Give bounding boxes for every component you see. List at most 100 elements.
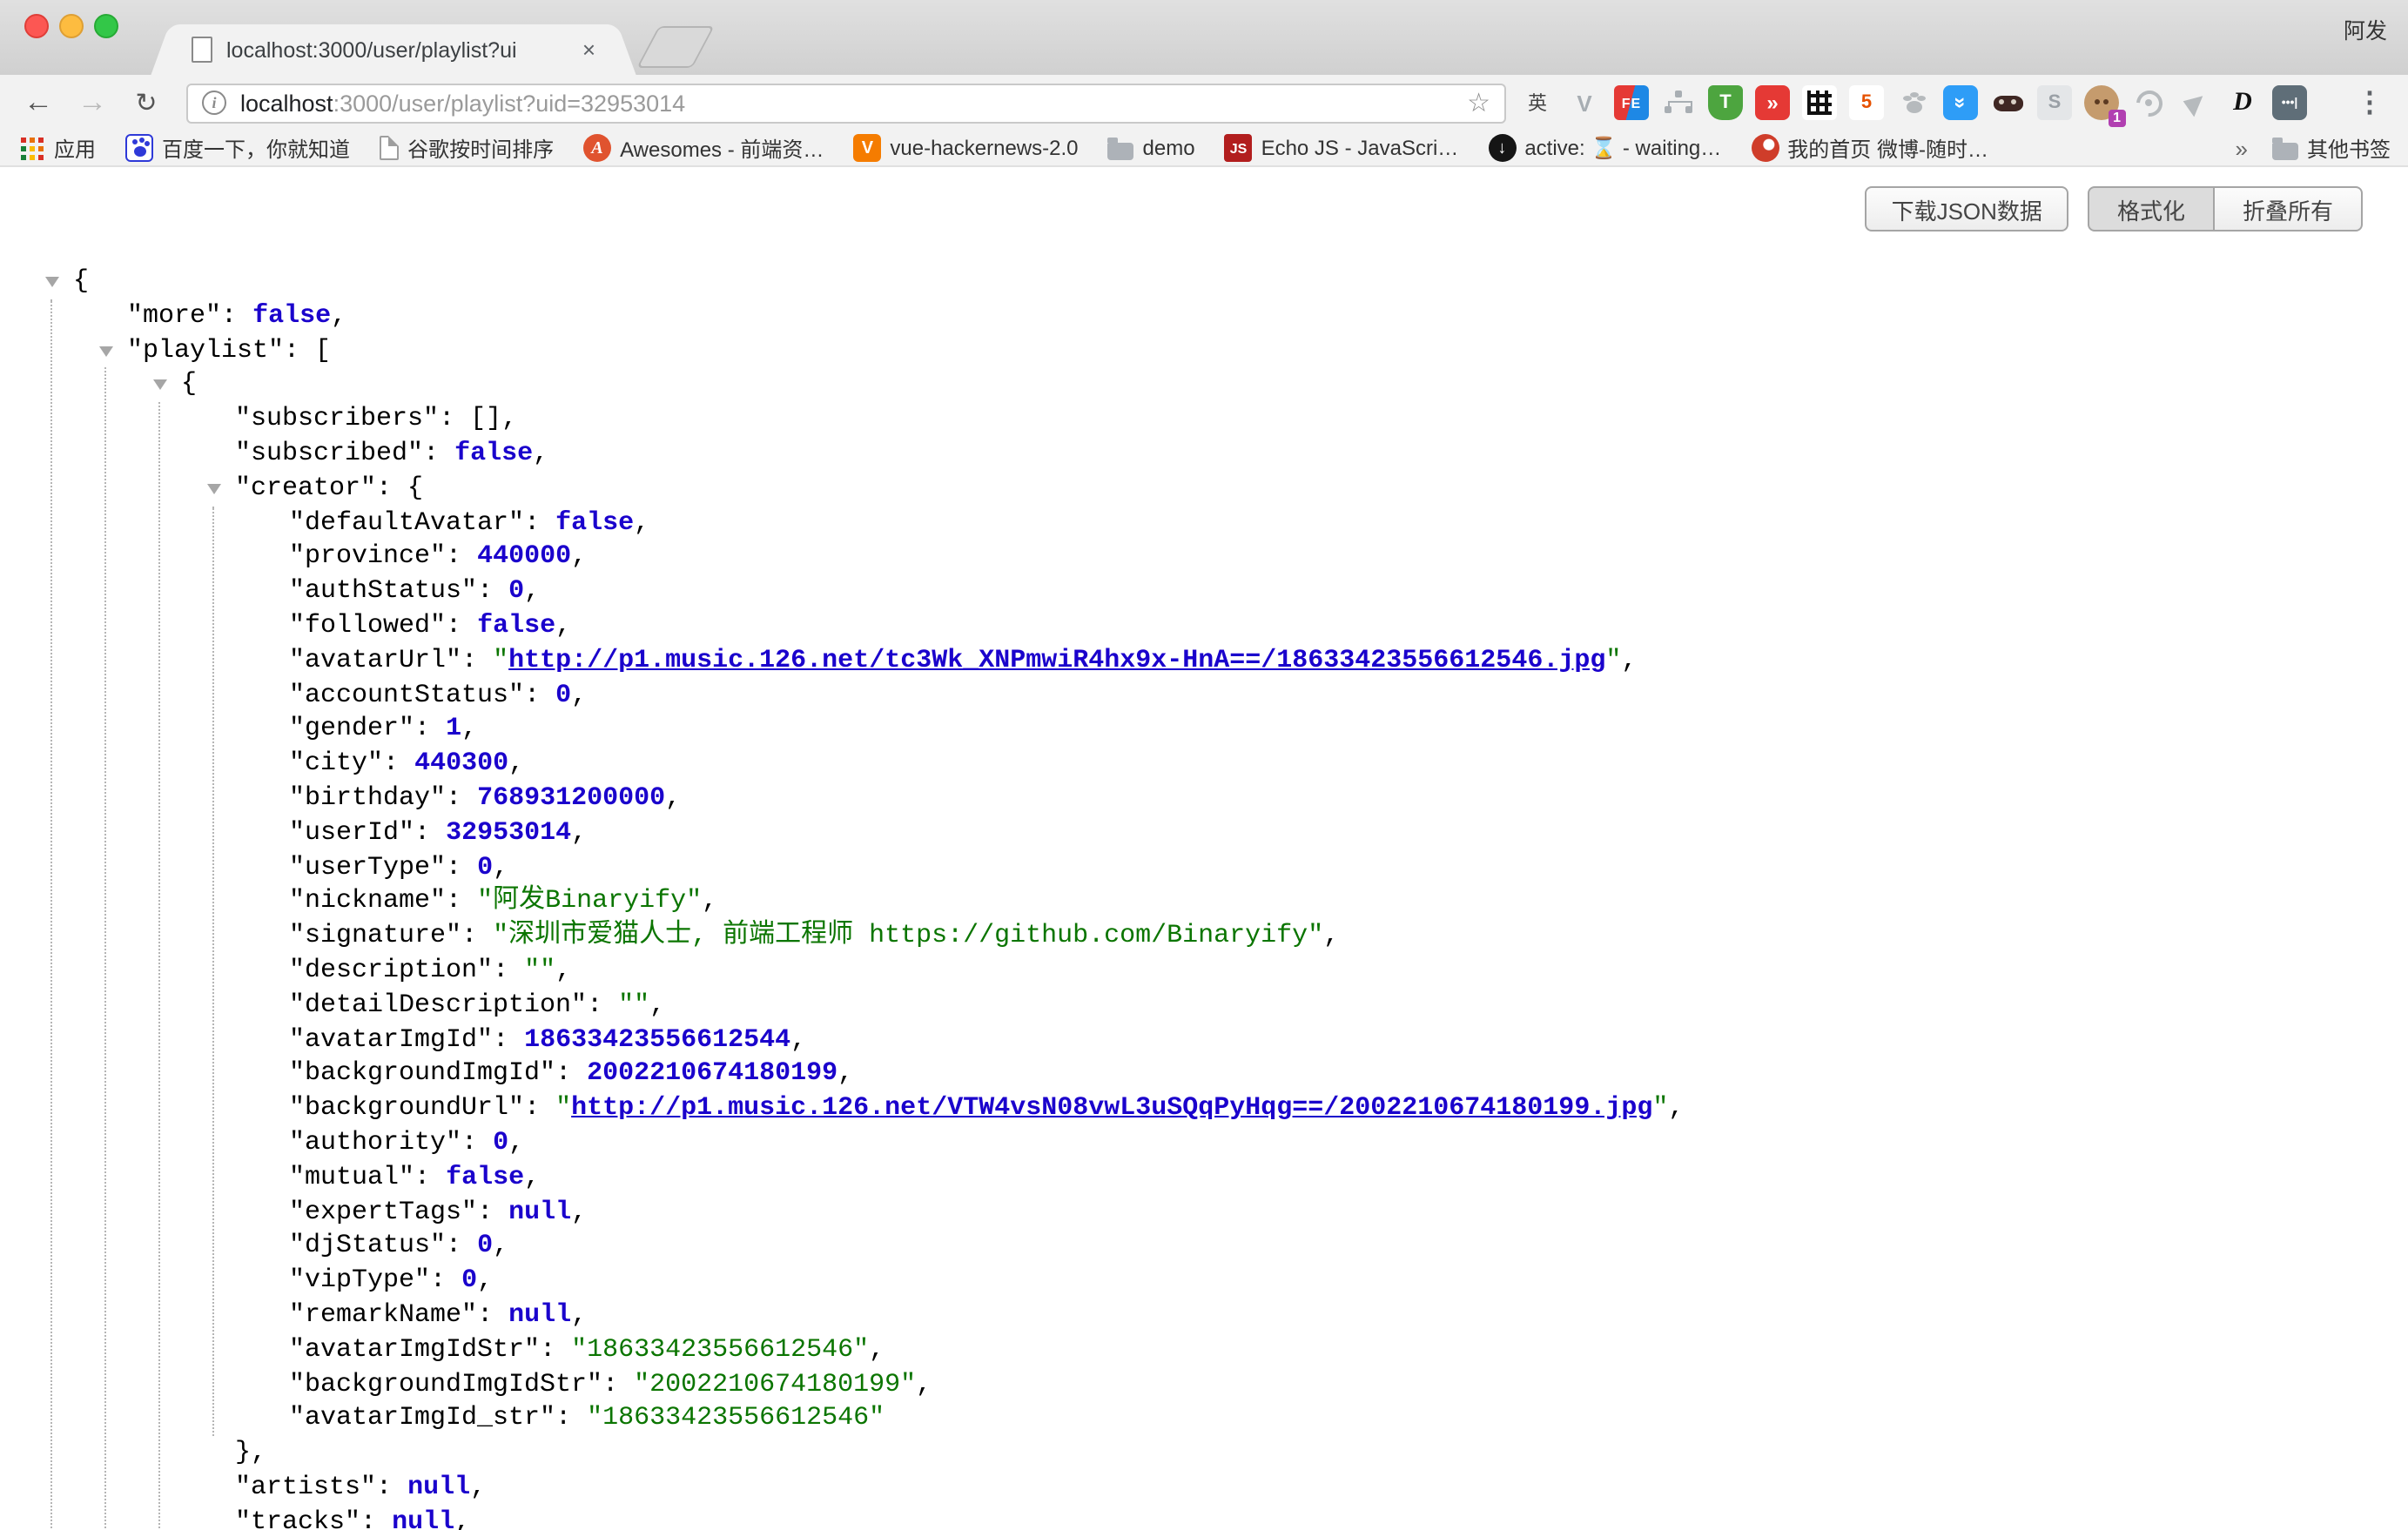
format-button[interactable]: 格式化 [2088,186,2215,232]
monkey-extension-icon[interactable] [2084,85,2119,120]
paw-extension-icon[interactable] [1896,85,1931,120]
zoom-window-button[interactable] [94,14,118,38]
json-link[interactable]: http://p1.music.126.net/tc3Wk_XNPmwiR4hx… [508,646,1605,675]
json-line: "vipType": 0, [42,1264,2408,1298]
back-icon[interactable]: ← [17,85,59,120]
bookmarks-overflow-chevron[interactable]: » [2236,135,2248,161]
d-extension-icon[interactable]: D [2225,85,2260,120]
bookmark-label: 其他书签 [2307,133,2391,163]
url-path: :3000/user/playlist?uid=32953014 [333,90,686,116]
bookmark-label: active: ⌛ - waiting… [1524,136,1721,160]
s-extension-icon[interactable]: S [2037,85,2072,120]
bookmark-star-icon[interactable]: ☆ [1467,90,1490,116]
fe-extension-icon[interactable]: FE [1614,85,1649,120]
bird-extension-icon[interactable] [2178,85,2213,120]
json-line: "defaultAvatar": false, [42,506,2408,540]
profile-name[interactable]: 阿发 [2344,12,2387,45]
html5-extension-icon[interactable]: 5 [1849,85,1884,120]
json-token: , [533,439,548,468]
browser-tab[interactable]: localhost:3000/user/playlist?ui × [174,24,613,75]
json-token: "followed" [289,611,446,641]
json-token: { [181,370,197,399]
weibohome-bookmark-icon [1751,134,1779,162]
tab-close-icon[interactable]: × [582,38,595,61]
json-token: " [1605,646,1621,675]
json-token: , [571,680,587,709]
bookmark-item[interactable]: demo [1108,136,1195,160]
bookmark-item[interactable]: AAwesomes - 前端资… [583,133,824,163]
json-token: "expertTags" [289,1197,477,1226]
collapse-triangle-icon[interactable] [45,277,59,287]
weibo-extension-icon[interactable] [2131,85,2166,120]
json-token: , [571,542,587,572]
page-favicon-icon [192,37,212,63]
json-line: "gender": 1, [42,713,2408,748]
json-line: "mutual": false, [42,1160,2408,1195]
collapse-all-button[interactable]: 折叠所有 [2213,186,2363,232]
mask-extension-icon[interactable] [1990,85,2025,120]
json-token: "gender" [289,715,414,744]
bookmark-label: 谷歌按时间排序 [407,133,554,163]
sitemap-extension-icon[interactable] [1661,85,1696,120]
password-extension-icon[interactable]: •••| [2272,85,2307,120]
json-token: : [477,1197,508,1226]
vueb-bookmark-icon: V [853,134,881,162]
json-token: , [555,956,571,985]
tab-strip: localhost:3000/user/playlist?ui × 阿发 [0,0,2408,75]
json-token: "userType" [289,852,446,882]
json-token: , [493,852,508,882]
json-token: "detailDescription" [289,990,587,1019]
download-json-button[interactable]: 下载JSON数据 [1866,186,2068,232]
video-extension-icon[interactable]: » [1755,85,1790,120]
bookmark-label: demo [1143,136,1195,160]
qrcode-extension-icon[interactable] [1802,85,1837,120]
json-token: 0 [493,1128,508,1158]
url-text[interactable]: localhost:3000/user/playlist?uid=3295301… [240,90,685,116]
json-token: "playlist" [127,335,284,365]
reload-icon[interactable]: ↻ [125,87,167,118]
bookmark-item[interactable]: 应用 [17,133,96,163]
bookmark-item[interactable]: 我的首页 微博-随时… [1751,133,1988,163]
bookmark-item[interactable]: JSEcho JS - JavaScri… [1225,134,1459,162]
translate-extension-icon[interactable]: 英 [1520,85,1555,120]
new-tab-button[interactable] [636,26,715,68]
json-token: false [555,507,634,537]
bookmark-item[interactable]: ↓active: ⌛ - waiting… [1488,134,1721,162]
vue-extension-icon[interactable]: V [1567,85,1602,120]
collapse-triangle-icon[interactable] [153,380,167,391]
extension-icons: 英V FE T » 5 » S D •••| [1520,85,2307,120]
tab-title: localhost:3000/user/playlist?ui [226,37,517,62]
json-token: "artists" [235,1473,376,1502]
json-line: }, [42,1436,2408,1471]
json-token: "18633423556612546" [587,1404,885,1433]
json-line: "subscribers": [], [42,402,2408,437]
page-info-icon[interactable]: i [202,91,226,115]
json-token: : [446,887,477,916]
json-token: 0 [477,1231,493,1261]
bookmark-item[interactable]: 百度一下，你就知道 [125,133,350,163]
json-token: , [916,1369,932,1399]
chevrons-glyph: » [1948,97,1973,108]
minimize-window-button[interactable] [59,14,84,38]
bookmark-label: 百度一下，你就知道 [162,133,350,163]
json-token: : [446,542,477,572]
bookmark-item[interactable]: 谷歌按时间排序 [380,133,554,163]
chevrons-extension-icon[interactable]: » [1943,85,1978,120]
json-token: false [454,439,533,468]
json-line: { [42,368,2408,403]
tampermonkey-extension-icon[interactable]: T [1708,85,1743,120]
json-token: "subscribers" [235,404,439,433]
json-line: "remarkName": null, [42,1298,2408,1333]
json-token: : [423,439,454,468]
json-token: : [430,1265,461,1295]
forward-icon[interactable]: → [71,85,113,120]
collapse-triangle-icon[interactable] [207,484,221,494]
json-line: "detailDescription": "", [42,988,2408,1023]
json-link[interactable]: http://p1.music.126.net/VTW4vsN08vwL3uSQ… [571,1093,1652,1123]
browser-menu-icon[interactable]: ⋮ [2349,85,2391,120]
close-window-button[interactable] [24,14,49,38]
other-bookmarks-folder[interactable]: 其他书签 [2272,133,2391,163]
address-bar[interactable]: i localhost:3000/user/playlist?uid=32953… [186,83,1506,123]
bookmark-item[interactable]: Vvue-hackernews-2.0 [853,134,1078,162]
collapse-triangle-icon[interactable] [99,346,113,356]
